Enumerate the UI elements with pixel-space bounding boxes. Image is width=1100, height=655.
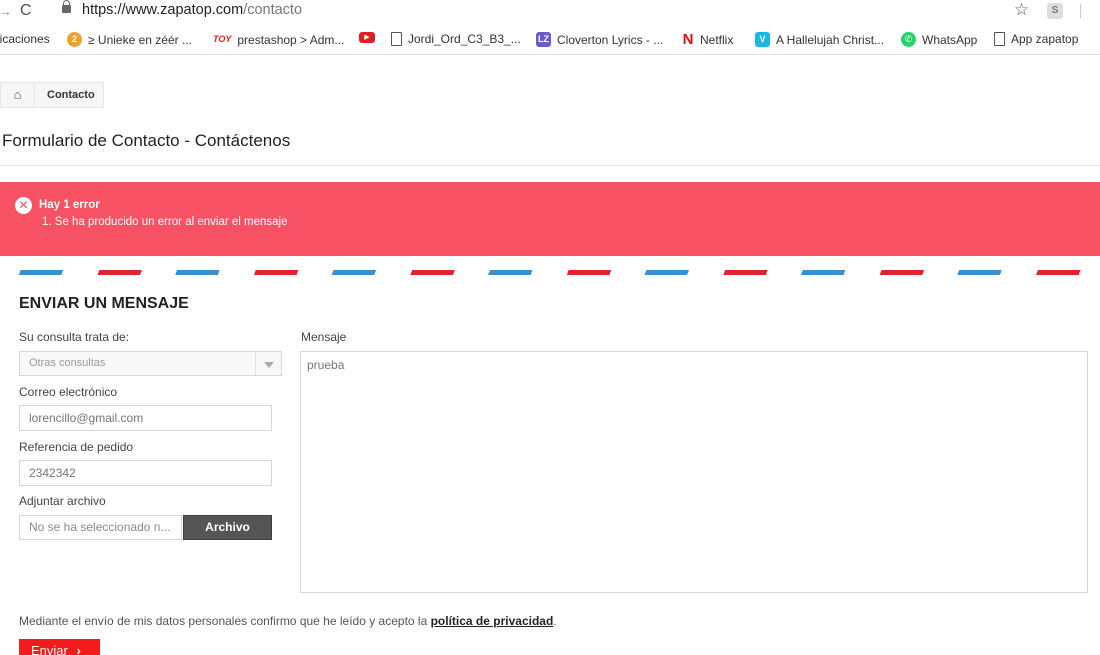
bookmark-label: App zapatop [1011,32,1079,46]
privacy-consent: Mediante el envío de mis datos personale… [19,614,557,628]
order-ref-label: Referencia de pedido [19,440,134,454]
toy-logo-icon: TOY [213,34,232,44]
bookmark-label: WhatsApp [922,32,978,47]
bookmark-item[interactable]: ✆ WhatsApp [901,32,977,47]
chevron-down-icon [255,352,281,375]
document-icon [994,32,1005,46]
message-textarea[interactable]: prueba [300,351,1088,593]
page-title: Formulario de Contacto - Contáctenos [2,131,291,150]
breadcrumb-current: Contacto [47,89,95,101]
order-ref-field[interactable]: 2342342 [19,460,272,486]
consent-text: Mediante el envío de mis datos personale… [19,614,431,628]
vimeo-icon: V [755,32,770,47]
subject-value: Otras consultas [29,357,106,369]
bookmark-label: prestashop > Adm... [237,32,345,47]
extension-icon[interactable]: S [1047,3,1063,19]
whatsapp-icon: ✆ [901,32,916,47]
error-icon: ✕ [15,197,32,214]
number-badge-icon: 2 [67,32,82,47]
bookmark-item[interactable]: V A Hallelujah Christ... [755,32,884,47]
youtube-icon: ▶ [359,32,375,43]
subject-label: Su consulta trata de: [19,330,130,344]
bookmark-item[interactable]: TOY prestashop > Adm... [213,32,344,47]
bookmarks-bar: licaciones 2 ≥ Unieke en zéér ... TOY pres… [0,27,1100,55]
email-field[interactable]: lorencillo@gmail.com [19,405,272,431]
email-label: Correo electrónico [19,385,118,399]
bookmark-item[interactable]: Jordi_Ord_C3_B3_... [391,32,521,46]
attachment-label: Adjuntar archivo [19,494,106,508]
reload-icon[interactable]: C [20,2,32,20]
bookmark-item[interactable]: licaciones [0,32,50,46]
send-button[interactable]: Enviar › [19,639,100,655]
bookmark-item[interactable]: ▶ [359,32,381,43]
bookmark-item[interactable]: App zapatop [994,32,1078,46]
bookmark-label: ≥ Unieke en zéér ... [88,32,192,47]
consent-end: . [553,614,557,628]
document-icon [391,32,402,46]
file-name-display[interactable]: No se ha seleccionado n... [19,515,182,540]
bookmark-item[interactable]: N Netflix [682,31,734,48]
breadcrumb: ⌂ Contacto [0,82,104,108]
netflix-icon: N [682,31,694,48]
send-label: Enviar [31,643,68,655]
choose-file-button[interactable]: Archivo [183,515,272,540]
url-text[interactable]: https://www.zapatop.com/contacto [82,2,302,18]
subject-select[interactable]: Otras consultas [19,351,282,376]
privacy-policy-link[interactable]: política de privacidad [431,614,554,628]
toolbar-divider [1080,4,1081,18]
url-domain: https://www.zapatop.com [82,2,244,18]
url-path: /contacto [243,2,303,18]
address-bar: → C https://www.zapatop.com/contacto ☆ S [0,0,1100,24]
home-icon[interactable]: ⌂ [1,83,35,107]
divider [0,165,1100,166]
alert-message: 1. Se ha producido un error al enviar el… [42,216,288,228]
chevron-right-icon: › [76,643,81,655]
bookmark-star-icon[interactable]: ☆ [1014,0,1029,20]
bookmark-label: A Hallelujah Christ... [776,32,885,47]
lock-icon [62,0,71,13]
bookmark-item[interactable]: LZ Cloverton Lyrics - ... [536,32,663,47]
bookmark-label: licaciones [0,32,50,46]
bookmark-label: Jordi_Ord_C3_B3_... [408,32,521,46]
bookmark-label: Cloverton Lyrics - ... [557,32,664,47]
message-label: Mensaje [301,330,347,344]
forward-icon[interactable]: → [0,3,12,19]
bookmark-item[interactable]: 2 ≥ Unieke en zéér ... [67,32,192,47]
form-heading: ENVIAR UN MENSAJE [19,295,189,312]
lyrics-site-icon: LZ [536,32,551,47]
bookmark-label: Netflix [700,32,734,47]
alert-title: Hay 1 error [39,199,100,211]
